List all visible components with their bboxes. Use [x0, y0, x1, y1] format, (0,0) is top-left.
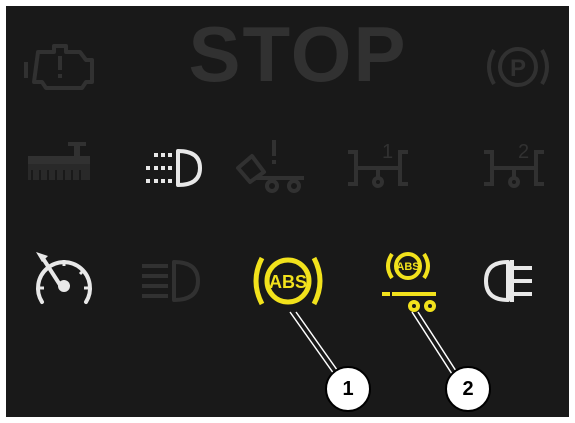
rear-fog-light-icon	[478, 246, 558, 316]
abs-tractor-icon: ABS	[248, 246, 328, 316]
svg-text:2: 2	[518, 141, 529, 163]
trailer-tip-warning-icon	[228, 132, 308, 202]
low-beam-icon	[128, 133, 208, 203]
svg-text:ABS: ABS	[396, 261, 419, 273]
implement-control-icon	[20, 130, 100, 200]
callout-2: 2	[445, 366, 491, 412]
speedometer-icon	[24, 244, 104, 314]
parking-brake-icon: P	[478, 32, 558, 102]
stop-indicator: STOP	[188, 10, 408, 98]
engine-warning-icon	[20, 32, 100, 102]
callout-1: 1	[325, 366, 371, 412]
svg-text:ABS: ABS	[269, 272, 307, 292]
svg-text:1: 1	[382, 141, 393, 163]
front-axle-1-icon: 1	[338, 130, 418, 200]
abs-trailer-icon: ABS	[368, 246, 448, 316]
front-axle-2-icon: 2	[474, 130, 554, 200]
high-beam-icon	[128, 246, 208, 316]
svg-text:P: P	[510, 55, 526, 82]
